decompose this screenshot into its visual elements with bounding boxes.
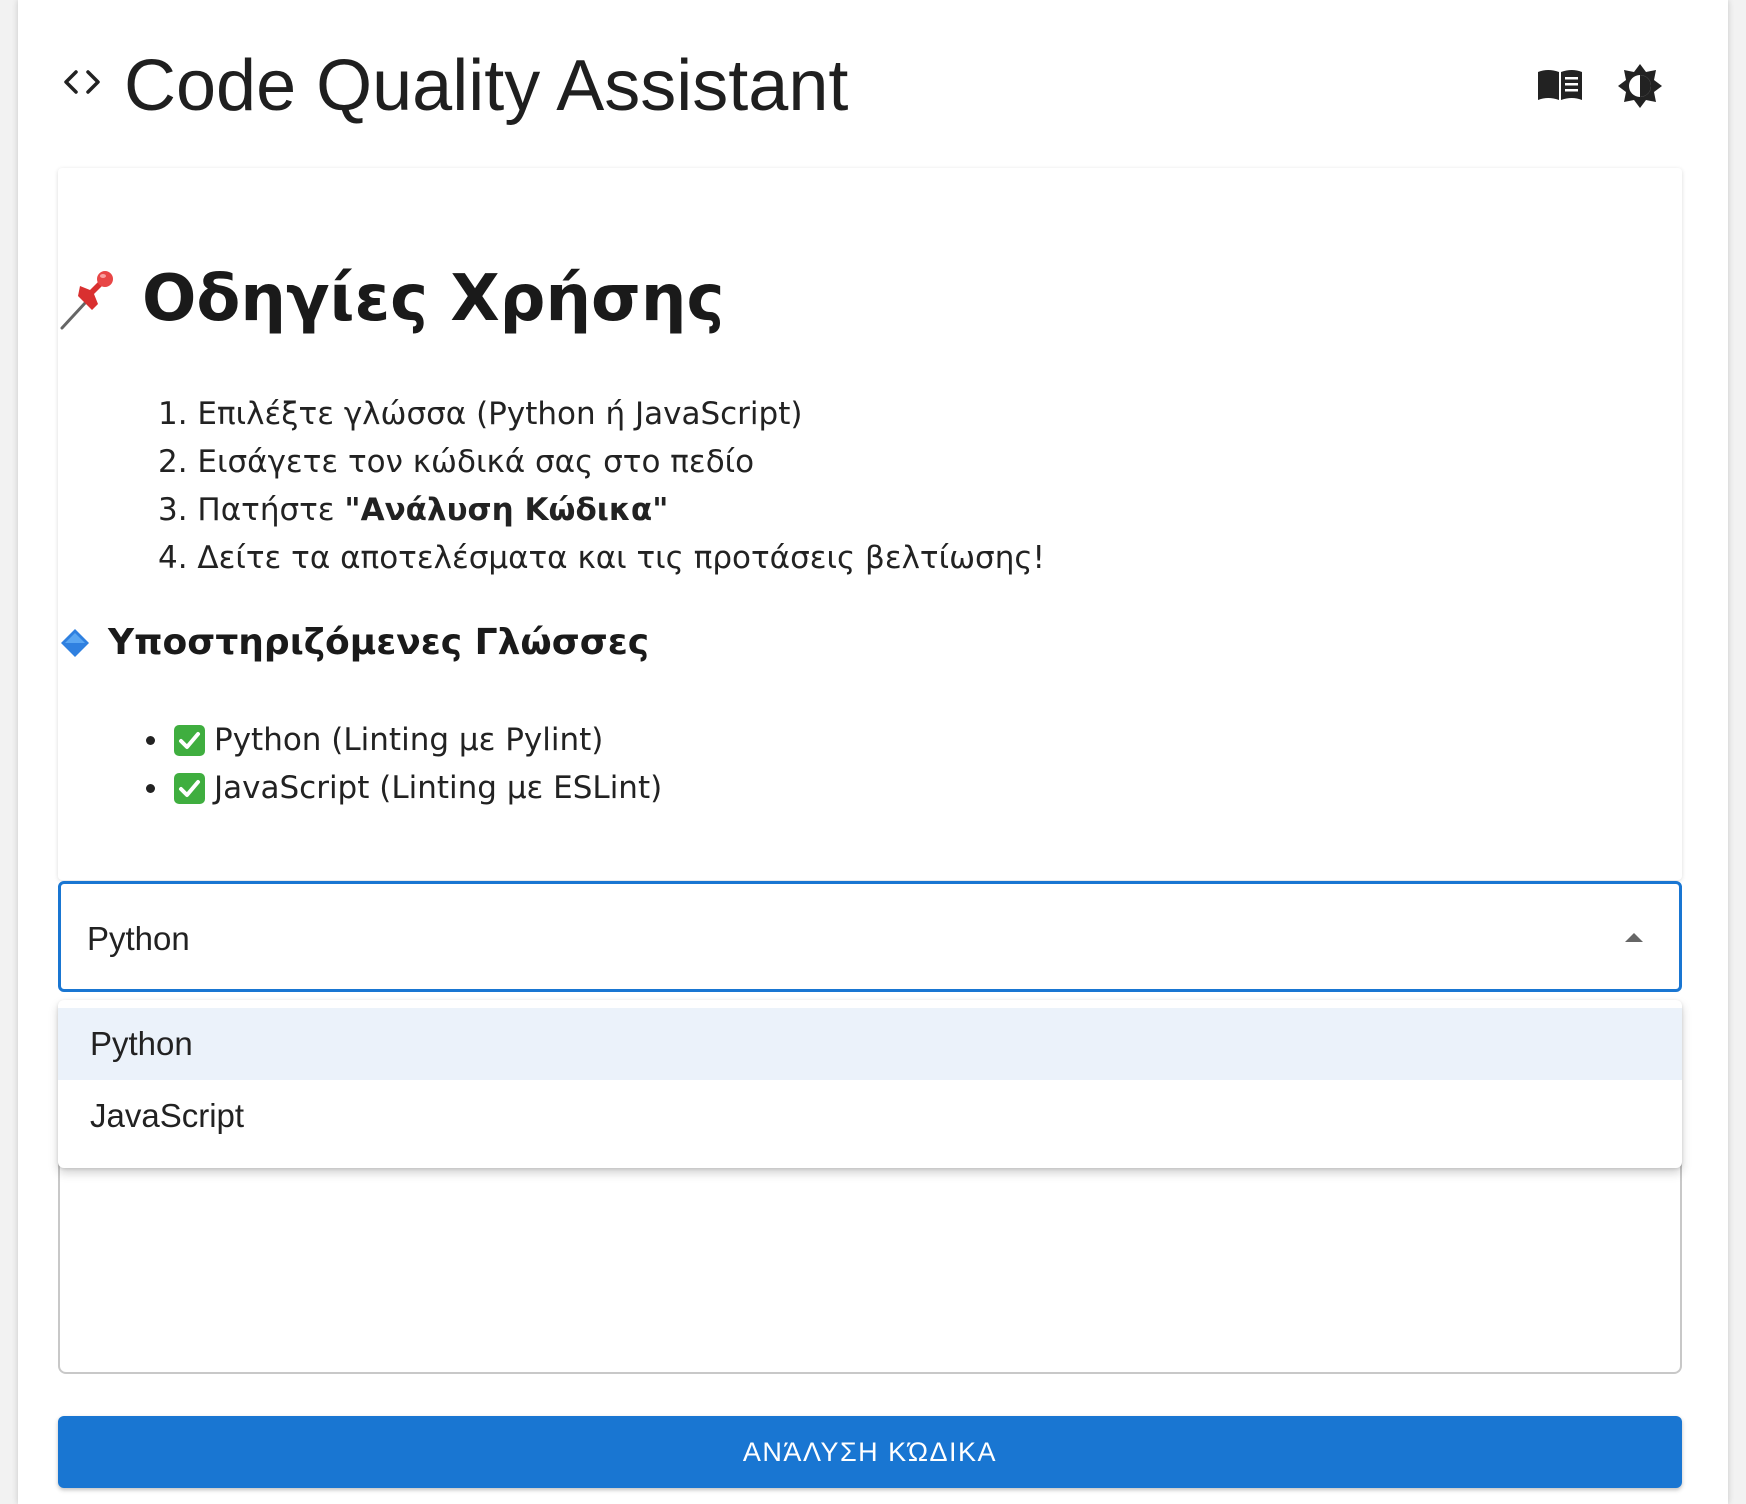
dropdown-option-python[interactable]: Python [58, 1008, 1682, 1080]
step-item: 4. Δείτε τα αποτελέσματα και τις προτάσε… [158, 540, 1045, 576]
analyze-code-button[interactable]: ΑΝΆΛΥΣΗ ΚΏΔΙΚΑ [58, 1416, 1682, 1488]
language-item: Python (Linting με Pylint) [146, 716, 662, 764]
app-title: Code Quality Assistant [124, 46, 849, 126]
language-item-label: Python (Linting με Pylint) [214, 722, 604, 758]
check-mark-button-emoji [174, 772, 205, 804]
app-header: Code Quality Assistant [18, 0, 1728, 165]
bullet-dot [146, 783, 155, 793]
dropdown-option-javascript[interactable]: JavaScript [58, 1080, 1682, 1152]
language-select[interactable]: Python [58, 881, 1682, 992]
language-select-value: Python [87, 920, 190, 957]
language-item: JavaScript (Linting με ESLint) [146, 764, 662, 812]
language-dropdown-menu: Python JavaScript [58, 1000, 1682, 1168]
instructions-heading-text: Οδηγίες Χρήσης [142, 262, 725, 336]
app-window: Code Quality Assistant Οδηγίες Χρήσης 1.… [18, 0, 1728, 1504]
supported-languages-heading-text: Υποστηριζόμενες Γλώσσες [108, 622, 650, 663]
languages-list: Python (Linting με Pylint) JavaScript (L… [146, 716, 662, 812]
supported-languages-heading: Υποστηριζόμενες Γλώσσες [60, 622, 649, 663]
theme-toggle-button[interactable] [1610, 56, 1670, 116]
instructions-heading: Οδηγίες Χρήσης [56, 262, 724, 336]
bullet-dot [146, 735, 155, 745]
step-item: 3. Πατήστε "Ανάλυση Κώδικα" [158, 492, 669, 528]
step-item: 1. Επιλέξτε γλώσσα (Python ή JavaScript) [158, 396, 803, 432]
brightness-icon [1618, 64, 1662, 108]
code-brackets-icon [64, 70, 100, 94]
blue-diamond-emoji [61, 628, 89, 657]
open-book-icon [1538, 70, 1582, 100]
language-item-label: JavaScript (Linting με ESLint) [214, 770, 663, 806]
check-mark-button-emoji [174, 724, 205, 756]
step-item: 2. Εισάγετε τον κώδικά σας στο πεδίο [158, 444, 755, 480]
pushpin-emoji [60, 271, 113, 330]
docs-button[interactable] [1530, 60, 1590, 112]
step-bold-text: "Ανάλυση Κώδικα" [344, 492, 669, 528]
steps-list: 1. Επιλέξτε γλώσσα (Python ή JavaScript)… [158, 390, 1045, 582]
caret-up-icon [1625, 933, 1643, 942]
